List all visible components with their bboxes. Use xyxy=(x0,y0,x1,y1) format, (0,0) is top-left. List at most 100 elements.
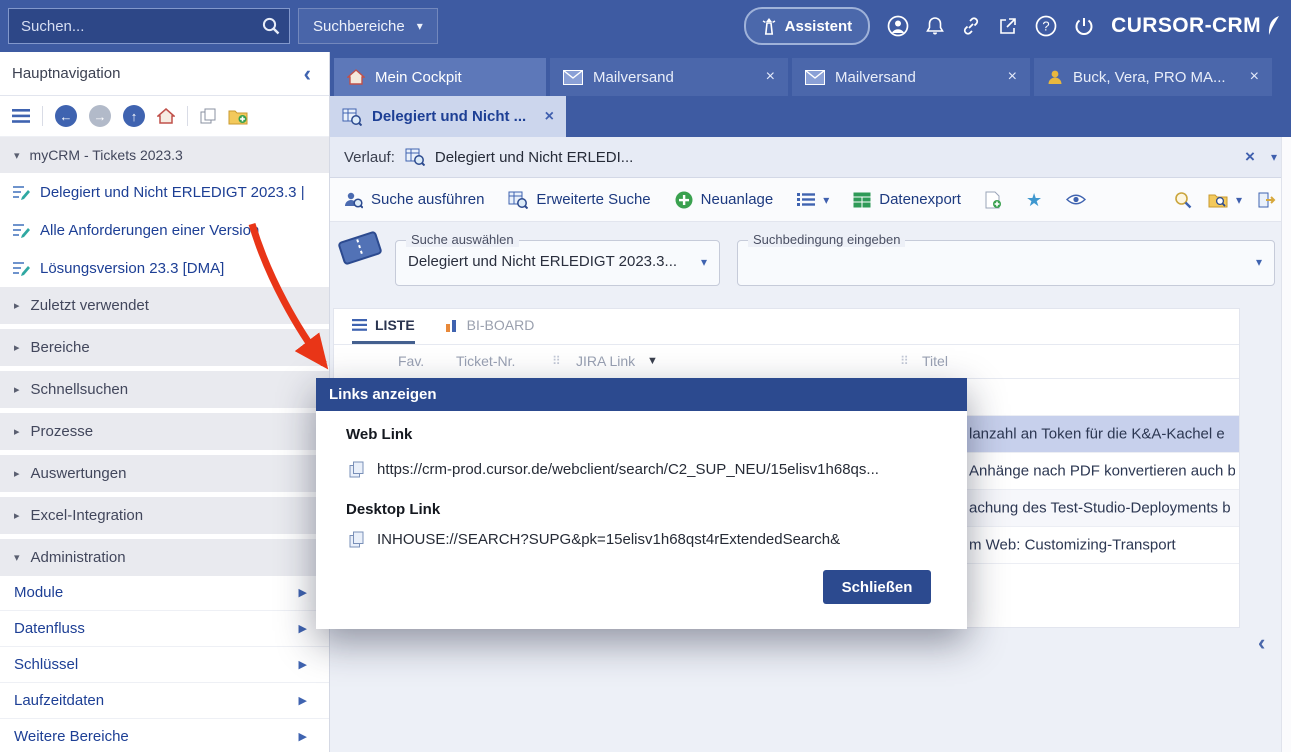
folder-add-icon[interactable] xyxy=(228,108,248,125)
menu-icon[interactable] xyxy=(12,109,30,123)
chevron-down-icon[interactable]: ▾ xyxy=(1256,255,1262,269)
help-icon[interactable]: ? xyxy=(1035,15,1057,37)
person-icon xyxy=(1047,69,1063,85)
table-header: Fav. Ticket-Nr. ⠿ JIRA Link ▼ ⠿ Titel xyxy=(334,345,1239,379)
suchbereiche-dropdown[interactable]: Suchbereiche ▾ xyxy=(298,8,438,44)
sidebar-item-loesungsversion[interactable]: Lösungsversion 23.3 [DMA] xyxy=(0,249,329,287)
chevron-down-icon[interactable]: ▾ xyxy=(1271,150,1277,164)
view-options-dropdown[interactable]: ▾ xyxy=(797,192,829,207)
section-label: Zuletzt verwendet xyxy=(31,297,149,314)
nav-up-button[interactable]: ↑ xyxy=(123,105,145,127)
watch-button[interactable] xyxy=(1066,193,1086,206)
exit-view-button[interactable] xyxy=(1258,192,1277,208)
nav-forward-button[interactable]: → xyxy=(89,105,111,127)
brand-text: CURSOR-CRM xyxy=(1111,14,1261,38)
list-icon xyxy=(797,192,815,207)
chevron-down-icon[interactable]: ▾ xyxy=(701,255,707,269)
sort-indicator-icon[interactable]: ▼ xyxy=(647,355,658,367)
favorite-button[interactable]: ★ xyxy=(1026,191,1042,209)
web-link-url[interactable]: https://crm-prod.cursor.de/webclient/sea… xyxy=(377,461,879,478)
power-logout-icon[interactable] xyxy=(1074,16,1094,36)
drag-handle-icon[interactable]: ⠿ xyxy=(900,354,909,368)
sidebar-item-alle-anforderungen[interactable]: Alle Anforderungen einer Version xyxy=(0,211,329,249)
sidebar-section-zuletzt-verwendet[interactable]: ▸ Zuletzt verwendet xyxy=(0,287,329,324)
tab-buck-vera[interactable]: Buck, Vera, PRO MA... × xyxy=(1034,58,1272,96)
sidebar-section-schnellsuchen[interactable]: ▸ Schnellsuchen xyxy=(0,371,329,408)
sidebar-section-excel-integration[interactable]: ▸ Excel-Integration xyxy=(0,497,329,534)
web-link-label: Web Link xyxy=(346,426,412,443)
drag-handle-icon[interactable]: ⠿ xyxy=(552,354,561,368)
external-link-icon[interactable] xyxy=(998,16,1018,36)
column-ticket-nr[interactable]: Ticket-Nr. xyxy=(456,353,515,369)
notifications-bell-icon[interactable] xyxy=(926,16,944,36)
clear-verlauf-icon[interactable]: × xyxy=(1245,147,1255,167)
erweiterte-suche-button[interactable]: Erweiterte Suche xyxy=(508,191,650,209)
desktop-link-url[interactable]: INHOUSE://SEARCH?SUPG&pk=15elisv1h68qst4… xyxy=(377,531,840,548)
assistent-label: Assistent xyxy=(785,18,853,35)
copy-icon[interactable] xyxy=(349,531,364,548)
dialog-titlebar[interactable]: Links anzeigen xyxy=(316,378,967,411)
sidebar-group-mycrm[interactable]: ▾ myCRM - Tickets 2023.3 xyxy=(0,137,329,173)
tab-bi-board[interactable]: BI-BOARD xyxy=(445,309,535,344)
assistent-button[interactable]: Assistent xyxy=(744,7,871,45)
mail-icon xyxy=(805,70,825,85)
sidebar-toolbar: ← → ↑ xyxy=(0,96,329,137)
close-tab-icon[interactable]: × xyxy=(766,68,775,86)
nav-back-button[interactable]: ← xyxy=(55,105,77,127)
person-search-icon xyxy=(344,191,363,209)
chevron-down-icon: ▾ xyxy=(14,551,20,564)
link-icon[interactable] xyxy=(961,16,981,36)
sidebar-item-module[interactable]: Module ▶ xyxy=(0,575,329,611)
mail-icon xyxy=(563,70,583,85)
sidebar-item-delegiert[interactable]: Delegiert und Nicht ERLEDIGT 2023.3 | xyxy=(0,173,329,211)
global-search[interactable] xyxy=(8,8,290,44)
close-tab-icon[interactable]: × xyxy=(1008,68,1017,86)
search-input[interactable] xyxy=(9,18,262,35)
sidebar-item-schluessel[interactable]: Schlüssel ▶ xyxy=(0,647,329,683)
column-fav[interactable]: Fav. xyxy=(398,353,424,369)
subtab-delegiert[interactable]: Delegiert und Nicht ... × xyxy=(330,96,566,137)
desktop-link-label: Desktop Link xyxy=(346,501,440,518)
sidebar-section-bereiche[interactable]: ▸ Bereiche xyxy=(0,329,329,366)
column-titel[interactable]: Titel xyxy=(922,353,948,369)
item-label: Schlüssel xyxy=(14,656,78,673)
close-subtab-icon[interactable]: × xyxy=(545,108,554,126)
sidebar-item-weitere-bereiche[interactable]: Weitere Bereiche ▶ xyxy=(0,719,329,752)
sidebar-item-datenfluss[interactable]: Datenfluss ▶ xyxy=(0,611,329,647)
tab-mailversand-1[interactable]: Mailversand × xyxy=(550,58,788,96)
main-tabs: Mein Cockpit Mailversand × Mailversand ×… xyxy=(334,58,1272,96)
magnifier-icon xyxy=(1174,191,1192,209)
add-document-button[interactable] xyxy=(985,191,1002,209)
sidebar-item-laufzeitdaten[interactable]: Laufzeitdaten ▶ xyxy=(0,683,329,719)
search-icon[interactable] xyxy=(262,17,280,35)
column-jira-link[interactable]: JIRA Link xyxy=(576,353,635,369)
search-grid-icon xyxy=(405,148,425,166)
copy-icon[interactable] xyxy=(200,108,216,124)
close-tab-icon[interactable]: × xyxy=(1250,68,1259,86)
datenexport-button[interactable]: Datenexport xyxy=(853,191,961,208)
suche-ausfuehren-button[interactable]: Suche ausführen xyxy=(344,191,484,209)
copy-icon[interactable] xyxy=(349,461,364,478)
user-account-icon[interactable] xyxy=(887,15,909,37)
home-icon[interactable] xyxy=(157,108,175,124)
schliessen-button[interactable]: Schließen xyxy=(823,570,931,604)
sidebar-section-administration[interactable]: ▾ Administration xyxy=(0,539,329,576)
verlauf-value[interactable]: Delegiert und Nicht ERLEDI... xyxy=(435,149,633,166)
suchbedingung-select[interactable]: Suchbedingung eingeben ▾ xyxy=(737,240,1275,286)
tab-mailversand-2[interactable]: Mailversand × xyxy=(792,58,1030,96)
quick-search-button[interactable] xyxy=(1174,191,1192,209)
collapse-sidebar-icon[interactable]: ‹ xyxy=(304,63,311,85)
tab-label: Mailversand xyxy=(593,69,674,86)
collapse-right-panel-icon[interactable]: ‹ xyxy=(1258,630,1265,656)
subtab-label: Delegiert und Nicht ... xyxy=(372,108,526,125)
tab-liste[interactable]: LISTE xyxy=(352,309,415,344)
tab-mein-cockpit[interactable]: Mein Cockpit xyxy=(334,58,546,96)
button-label: Erweiterte Suche xyxy=(536,191,650,208)
sidebar-section-prozesse[interactable]: ▸ Prozesse xyxy=(0,413,329,450)
search-folder-dropdown[interactable]: ▾ xyxy=(1208,192,1242,208)
chevron-down-icon: ▾ xyxy=(14,149,20,162)
neuanlage-button[interactable]: Neuanlage xyxy=(675,191,774,209)
suche-auswaehlen-select[interactable]: Suche auswählen Delegiert und Nicht ERLE… xyxy=(395,240,720,286)
sidebar-section-auswertungen[interactable]: ▸ Auswertungen xyxy=(0,455,329,492)
verlauf-bar: Verlauf: Delegiert und Nicht ERLEDI... ×… xyxy=(330,137,1291,178)
